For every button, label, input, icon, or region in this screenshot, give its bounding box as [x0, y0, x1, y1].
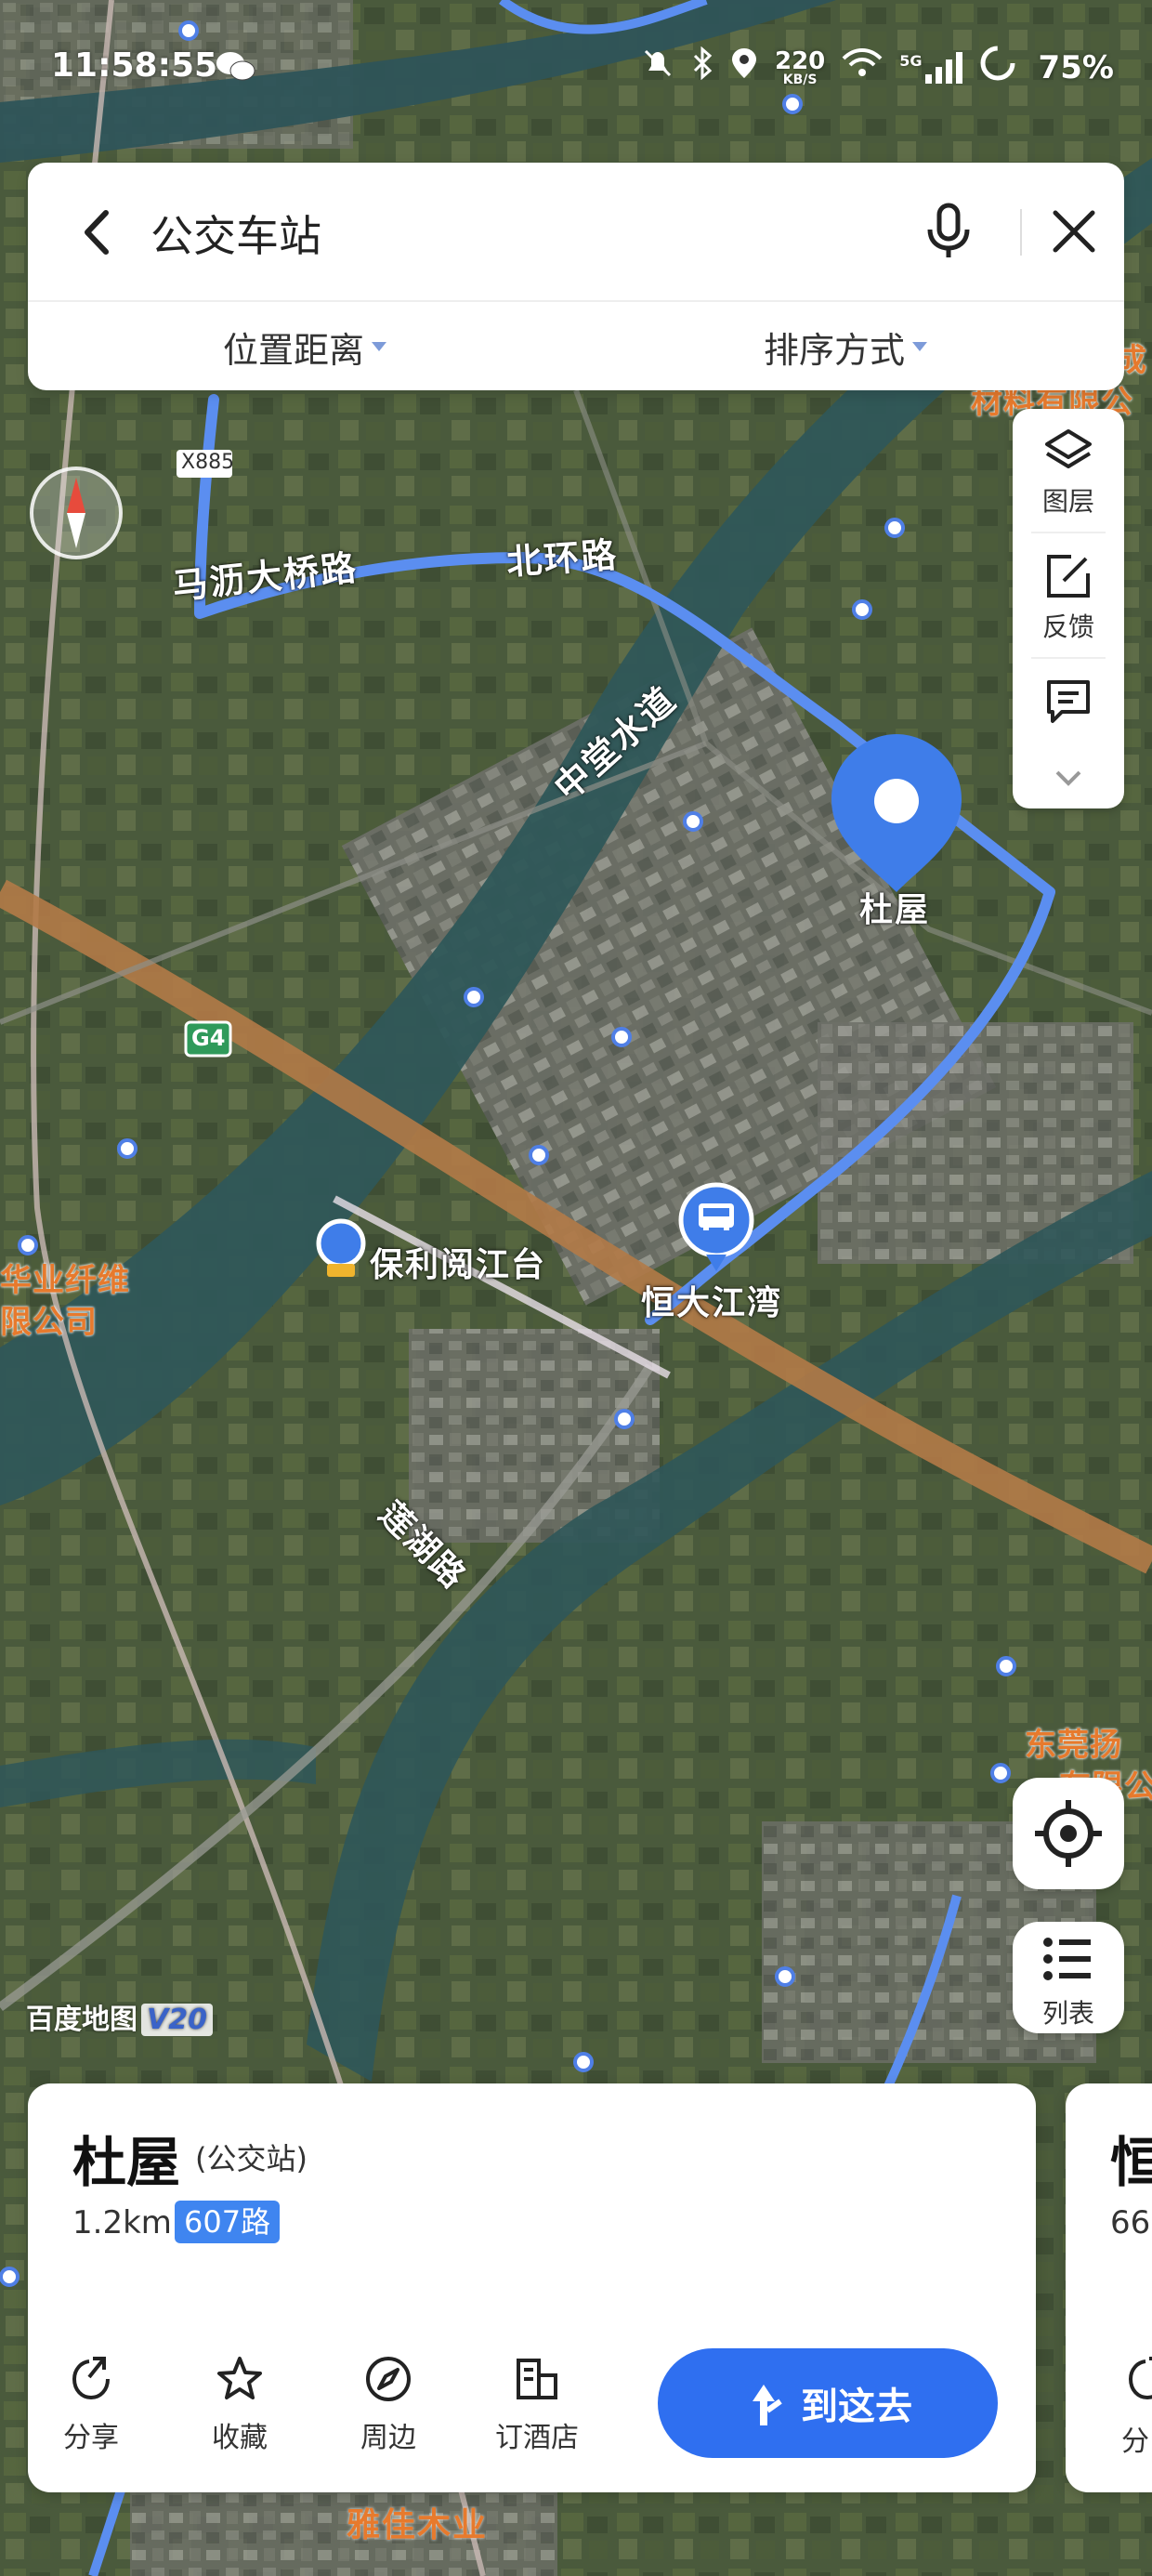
filter-distance-label: 位置距离: [223, 329, 365, 371]
mute-icon: [641, 46, 674, 88]
chevron-down-icon[interactable]: [1050, 767, 1087, 793]
favorite-button[interactable]: 收藏: [189, 2353, 291, 2455]
layers-label: 图层: [1041, 486, 1094, 517]
go-here-button[interactable]: 到这去: [658, 2348, 998, 2458]
feedback-icon: [1047, 555, 1090, 598]
compass-nearby-icon: [366, 2357, 411, 2401]
location-icon: [730, 46, 758, 88]
label-g4: G4: [191, 1025, 226, 1051]
result-type: (公交站): [195, 2141, 308, 2176]
back-icon[interactable]: [65, 200, 130, 265]
feedback-label: 反馈: [1041, 611, 1094, 642]
share-icon: [1128, 2357, 1152, 2400]
star-icon: [217, 2357, 262, 2399]
result-title: 杜屋: [72, 2131, 181, 2194]
label-poly[interactable]: 保利阅江台: [370, 1238, 546, 1286]
microphone-icon[interactable]: [915, 198, 982, 265]
next-result-distance: 66: [1110, 2204, 1151, 2241]
battery-icon: [979, 45, 1016, 90]
wifi-icon: [842, 47, 883, 87]
label-yajia: 雅佳木业: [347, 2506, 489, 2544]
list-button[interactable]: 列表: [1013, 1922, 1124, 2033]
favorite-label: 收藏: [212, 2422, 268, 2454]
watermark-text: 百度地图: [26, 2004, 137, 2036]
label-company-right-1: 东莞扬: [1025, 1727, 1122, 1764]
filter-sort-label: 排序方式: [764, 329, 906, 371]
status-indicators: 220 KB/S 5G 75%: [641, 45, 1114, 90]
filter-distance[interactable]: 位置距离: [223, 321, 387, 373]
result-distance: 1.2km: [72, 2204, 172, 2241]
next-result-card[interactable]: 恒 66 分: [1066, 2083, 1152, 2492]
route-badge[interactable]: 607路: [175, 2201, 281, 2243]
bluetooth-icon: [691, 46, 713, 88]
feedback-button[interactable]: 反馈: [1013, 534, 1124, 655]
caret-down-icon: [372, 342, 387, 351]
search-row: [28, 163, 1124, 302]
result-card[interactable]: 杜屋 (公交站) 1.2km 607路 分享 收藏 周边 订酒店 到这去: [28, 2083, 1036, 2492]
label-x885: X885: [181, 451, 235, 474]
status-bar: 11:58:55 220 KB/S 5G 75%: [0, 37, 1152, 102]
search-card: 位置距离 排序方式: [28, 163, 1124, 390]
filter-row: 位置距离 排序方式: [28, 302, 1124, 390]
book-hotel-button[interactable]: 订酒店: [486, 2353, 588, 2455]
list-label: 列表: [1041, 1998, 1094, 2029]
go-here-label: 到这去: [801, 2385, 912, 2428]
next-share-label: 分: [1121, 2425, 1149, 2458]
search-input[interactable]: [149, 200, 858, 267]
tool-divider: [1031, 657, 1106, 659]
route-arrow-icon: [753, 2385, 782, 2425]
locate-icon: [1035, 1800, 1102, 1867]
layers-icon: [1045, 429, 1092, 468]
nearby-button[interactable]: 周边: [337, 2353, 439, 2455]
label-north-ring-road: 北环路: [504, 533, 620, 584]
search-divider: [1020, 209, 1022, 256]
map-watermark: 百度地图 V20: [26, 1996, 213, 2037]
next-share-button[interactable]: 分: [1121, 2353, 1152, 2459]
message-icon: [1047, 680, 1090, 723]
side-toolbar: 图层 反馈: [1013, 409, 1124, 808]
nearby-label: 周边: [360, 2422, 416, 2454]
share-icon: [72, 2357, 110, 2400]
caret-down-icon: [912, 342, 928, 351]
net-speed: 220 KB/S: [775, 46, 826, 87]
list-icon: [1043, 1938, 1091, 1980]
label-company-left-1: 华业纤维: [0, 1262, 130, 1299]
share-label: 分享: [63, 2422, 119, 2454]
tool-divider: [1031, 532, 1106, 533]
battery-percent: 75%: [1038, 48, 1114, 86]
label-company-left-2: 限公司: [0, 1304, 98, 1341]
book-hotel-label: 订酒店: [495, 2422, 579, 2454]
message-button[interactable]: [1013, 660, 1124, 781]
hotel-icon: [517, 2359, 557, 2399]
label-evergrande[interactable]: 恒大江湾: [641, 1276, 782, 1324]
close-icon[interactable]: [1041, 198, 1107, 265]
status-time: 11:58:55: [51, 46, 218, 85]
locate-button[interactable]: [1013, 1778, 1124, 1889]
filter-sort[interactable]: 排序方式: [764, 321, 928, 373]
watermark-version: V20: [141, 2004, 213, 2036]
signal-icon: 5G: [899, 51, 962, 84]
layers-button[interactable]: 图层: [1013, 409, 1124, 530]
wechat-icon: [216, 48, 256, 94]
share-button[interactable]: 分享: [40, 2353, 142, 2455]
next-result-title: 恒: [1110, 2131, 1152, 2194]
label-duwu[interactable]: 杜屋: [859, 883, 930, 931]
compass-icon[interactable]: [28, 465, 124, 561]
